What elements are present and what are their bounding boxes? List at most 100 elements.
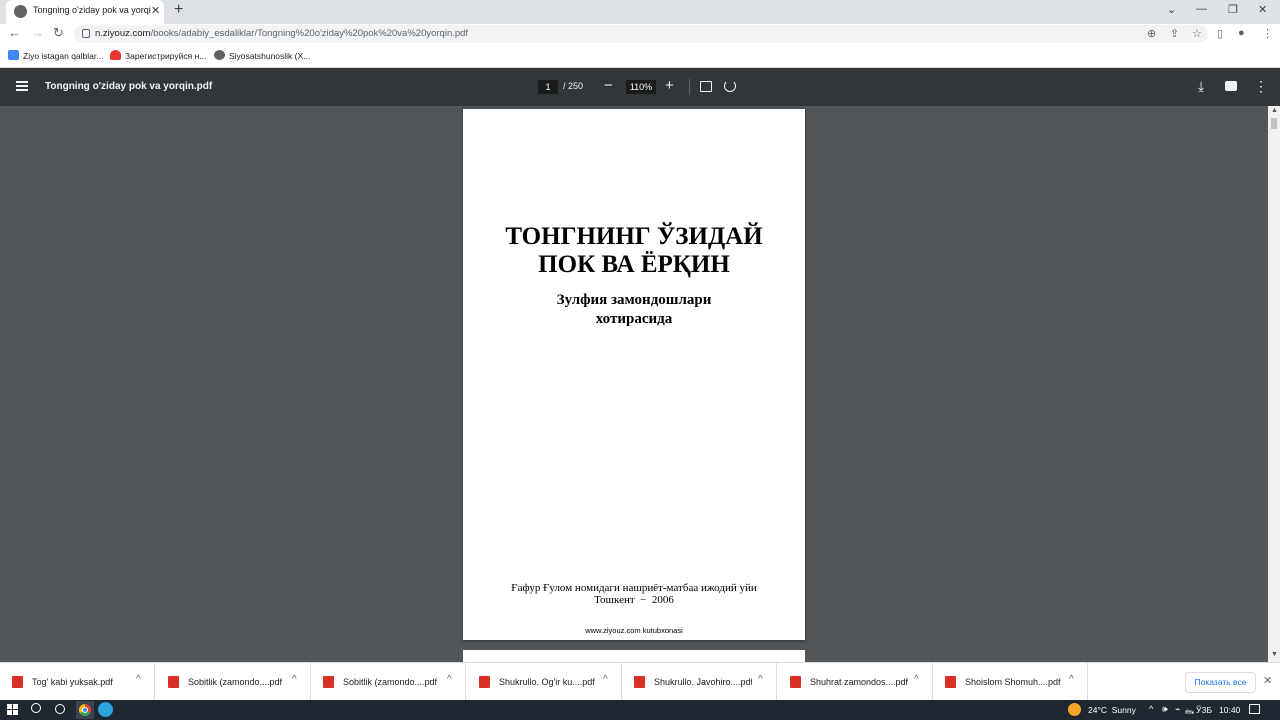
heart-icon [110, 50, 121, 60]
download-name: Shuhrat zamondos....pdf [810, 677, 908, 687]
globe-icon [14, 5, 27, 18]
chrome-icon[interactable] [76, 701, 94, 719]
url-path: /books/adabiy_esdaliklar/Tongning%20o'zi… [150, 28, 469, 39]
download-name: Shoislom Shomuh....pdf [965, 677, 1061, 687]
menu-icon[interactable] [16, 81, 28, 91]
network-icon[interactable]: ⌁ [1175, 704, 1180, 715]
pdf-toolbar: Tongning o'ziday pok va yorqin.pdf 1 / 2… [0, 68, 1280, 106]
star-icon[interactable]: ☆ [1192, 27, 1202, 40]
forward-button[interactable]: → [31, 25, 44, 40]
tray-chevron-icon[interactable]: ^ [1149, 704, 1153, 714]
download-item[interactable]: Shoislom Shomuh....pdf ^ [933, 663, 1088, 701]
chevron-up-icon[interactable]: ^ [136, 674, 141, 685]
minimize-button[interactable]: — [1196, 3, 1207, 15]
scroll-down-icon[interactable]: ▼ [1271, 651, 1278, 658]
publisher-block: Ғафур Ғулом номидаги нашриёт-матбаа ижод… [463, 582, 805, 606]
download-icon[interactable]: ⤓ [1198, 78, 1204, 95]
share-icon[interactable]: ⇪ [1170, 27, 1179, 40]
scrollbar[interactable]: ▲ ▼ [1268, 106, 1280, 662]
chevron-up-icon[interactable]: ^ [292, 674, 297, 685]
tab-active[interactable]: Tongning o'ziday pok va yorqin.pdf ✕ [6, 0, 164, 24]
notification-icon[interactable] [1249, 704, 1260, 714]
bookmark-item[interactable]: Siyosatshunoslik (X... [214, 50, 310, 61]
download-item[interactable]: Shukrullo. Og'ir ku....pdf ^ [467, 663, 622, 701]
zoom-input[interactable]: 110% [626, 80, 656, 94]
download-name: Shukrullo. Javohiro....pdf [654, 677, 752, 687]
weather-text[interactable]: 24°C Sunny [1088, 705, 1136, 715]
pdf-file-icon [479, 676, 490, 688]
chevron-up-icon[interactable]: ^ [447, 674, 452, 685]
pdf-title: Tongning o'ziday pok va yorqin.pdf [45, 81, 213, 92]
close-icon[interactable]: ✕ [1263, 674, 1272, 687]
book-subtitle: Зулфия замондошлари хотирасида [463, 291, 805, 329]
pdf-file-icon [634, 676, 645, 688]
print-icon[interactable] [1225, 81, 1237, 91]
pdf-file-icon [12, 676, 23, 688]
download-item[interactable]: Shukrullo. Javohiro....pdf ^ [622, 663, 777, 701]
volume-icon[interactable]: 🕪 [1162, 704, 1168, 715]
show-all-button[interactable]: Показать все [1185, 672, 1256, 693]
rotate-icon[interactable] [724, 80, 736, 92]
page-footer: www.ziyouz.com kutubxonasi [585, 626, 683, 635]
pdf-viewer[interactable]: ТОНГНИНГ ЎЗИДАЙ ПОК ВА ЁРҚИН Зулфия замо… [0, 106, 1280, 662]
new-tab-button[interactable]: + [174, 1, 183, 19]
globe-icon [214, 50, 225, 60]
bookmark-item[interactable]: Зарегистрируйся н... [110, 50, 206, 61]
bookmark-label: Ziyo istagan qalblar... [23, 51, 104, 61]
close-window-button[interactable]: ✕ [1258, 3, 1267, 16]
windows-start-icon[interactable] [7, 704, 18, 715]
more-options-icon[interactable]: ⋮ [1254, 78, 1268, 95]
url-text[interactable]: n.ziyouz.com/books/adabiy_esdaliklar/Ton… [95, 28, 468, 39]
fit-page-icon[interactable] [700, 81, 712, 92]
chevron-up-icon[interactable]: ^ [1069, 674, 1074, 685]
toolbar-divider [689, 79, 690, 95]
restore-button[interactable]: ❐ [1228, 3, 1238, 16]
menu-icon[interactable]: ⋮ [1262, 27, 1273, 40]
url-host: n.ziyouz.com [95, 28, 151, 39]
lock-icon[interactable] [82, 29, 90, 38]
bookmark-label: Siyosatshunoslik (X... [229, 51, 311, 61]
pdf-file-icon [323, 676, 334, 688]
bookmark-icon [8, 50, 19, 60]
profile-icon[interactable]: ● [1238, 27, 1245, 39]
download-item[interactable]: Sobitlik (zamondo....pdf ^ [311, 663, 466, 701]
page-total: / 250 [563, 81, 584, 91]
language-indicator[interactable]: ЎЗБ [1196, 705, 1212, 715]
clock[interactable]: 10:40 [1219, 705, 1240, 715]
pdf-file-icon [790, 676, 801, 688]
city-year: Тошкент − 2006 [594, 594, 674, 606]
scroll-up-icon[interactable]: ▲ [1271, 107, 1278, 114]
pdf-page: ТОНГНИНГ ЎЗИДАЙ ПОК ВА ЁРҚИН Зулфия замо… [463, 109, 805, 640]
chevron-up-icon[interactable]: ^ [914, 674, 919, 685]
page-number-input[interactable]: 1 [538, 80, 558, 94]
bookmark-item[interactable]: Ziyo istagan qalblar... [8, 50, 103, 61]
keyboard-icon[interactable]: 🖦 [1185, 704, 1194, 720]
browser-toolbar: ← → ↻ n.ziyouz.com/books/adabiy_esdalikl… [0, 24, 1280, 44]
chevron-up-icon[interactable]: ^ [603, 674, 608, 685]
zoom-out-button[interactable]: − [604, 77, 613, 94]
tab-search-icon[interactable]: ⌄ [1167, 3, 1176, 16]
pdf-file-icon [945, 676, 956, 688]
bookmarks-bar: Ziyo istagan qalblar... Зарегистрируйся … [0, 44, 1280, 68]
address-bar[interactable]: n.ziyouz.com/books/adabiy_esdaliklar/Ton… [74, 25, 1208, 43]
side-panel-icon[interactable]: ▯ [1217, 27, 1223, 40]
zoom-icon[interactable]: ⊕ [1147, 27, 1156, 40]
telegram-icon[interactable] [98, 702, 113, 717]
download-item[interactable]: Tog' kabi yuksak.pdf ^ [0, 663, 155, 701]
zoom-in-button[interactable]: + [665, 77, 674, 94]
search-icon[interactable] [31, 703, 41, 713]
back-button[interactable]: ← [8, 25, 21, 40]
scroll-thumb[interactable] [1271, 118, 1277, 129]
book-title: ТОНГНИНГ ЎЗИДАЙ ПОК ВА ЁРҚИН [463, 223, 805, 279]
chevron-up-icon[interactable]: ^ [758, 674, 763, 685]
sun-icon[interactable] [1068, 703, 1081, 716]
task-view-icon[interactable] [55, 704, 65, 714]
bookmark-label: Зарегистрируйся н... [125, 51, 207, 61]
tab-close-icon[interactable]: ✕ [151, 4, 160, 17]
book-subtitle-line: Зулфия замондошлари [556, 292, 712, 308]
download-name: Tog' kabi yuksak.pdf [32, 677, 113, 687]
download-item[interactable]: Shuhrat zamondos....pdf ^ [778, 663, 933, 701]
reload-button[interactable]: ↻ [53, 25, 64, 41]
download-item[interactable]: Sobitlik (zamondo....pdf ^ [156, 663, 311, 701]
tab-strip: Tongning o'ziday pok va yorqin.pdf ✕ + ⌄… [0, 0, 1280, 24]
